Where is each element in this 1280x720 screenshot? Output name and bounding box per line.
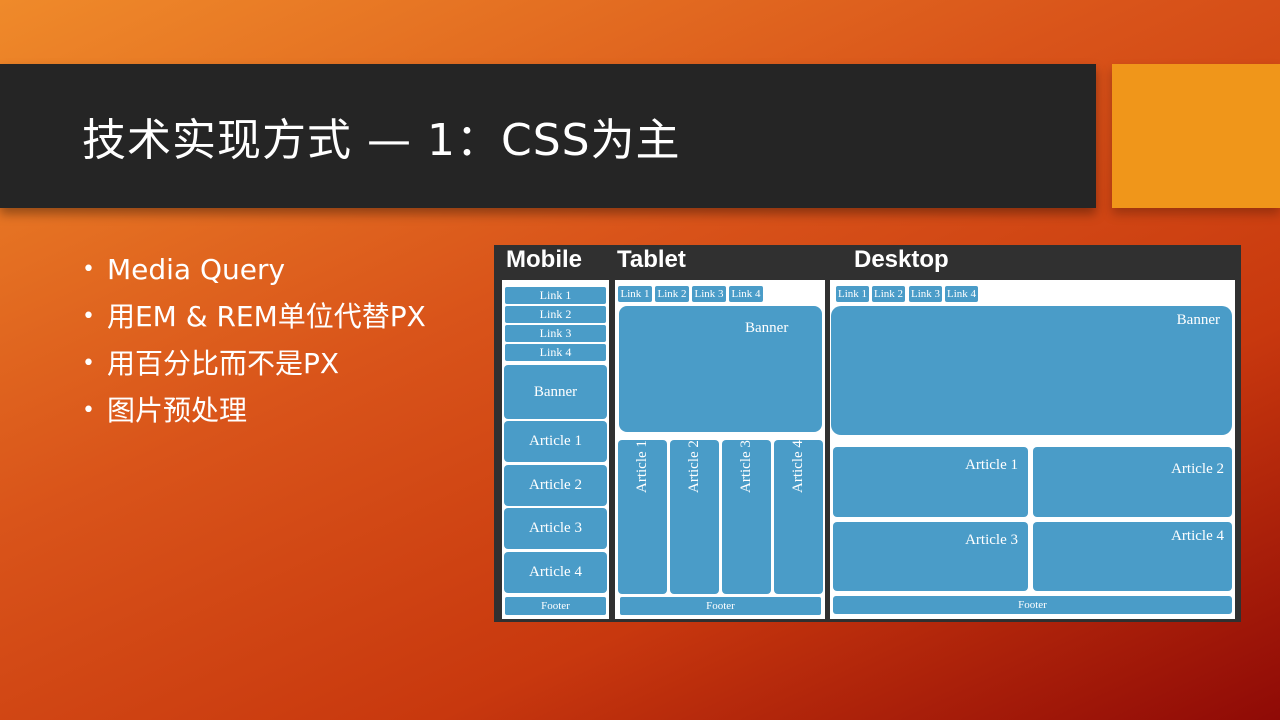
tablet-link: Link 1 [618,286,652,302]
desktop-link: Link 4 [945,286,978,302]
tablet-footer: Footer [620,597,821,615]
desktop-article: Article 3 [833,522,1028,591]
bullet-item: • 用百分比而不是PX [82,340,426,387]
tablet-label: Tablet [617,246,686,273]
mobile-panel: Link 1 Link 2 Link 3 Link 4 Banner Artic… [502,280,609,619]
mobile-link: Link 3 [505,325,606,342]
mobile-article: Article 2 [504,465,607,506]
desktop-link: Link 2 [872,286,905,302]
tablet-article: Article 2 [670,440,719,594]
bullet-list: • Media Query • 用EM & REM单位代替PX • 用百分比而不是PX… [82,246,426,434]
bullet-marker: • [82,398,95,423]
bullet-text: 图片预处理 [106,394,247,427]
tablet-panel: Link 1 Link 2 Link 3 Link 4 Banner Artic… [615,280,825,619]
tablet-article: Article 3 [722,440,771,594]
desktop-panel: Link 1 Link 2 Link 3 Link 4 Banner Artic… [830,280,1235,619]
desktop-label: Desktop [854,246,949,273]
bullet-text: 用百分比而不是PX [106,347,340,380]
bullet-text: 用EM & REM单位代替PX [106,300,426,333]
desktop-banner: Banner [831,306,1232,435]
desktop-article: Article 1 [833,447,1028,517]
mobile-article: Article 1 [504,421,607,462]
desktop-link: Link 1 [836,286,869,302]
tablet-article: Article 4 [774,440,823,594]
bullet-item: • 用EM & REM单位代替PX [82,293,426,340]
bullet-item: • Media Query [82,246,426,293]
bullet-marker: • [82,351,95,376]
bullet-marker: • [82,257,95,282]
desktop-footer: Footer [833,596,1232,614]
mobile-article: Article 4 [504,552,607,593]
tablet-link: Link 3 [692,286,726,302]
bullet-text: Media Query [106,253,286,286]
tablet-article: Article 1 [618,440,667,594]
tablet-banner: Banner [619,306,822,432]
bullet-item: • 图片预处理 [82,387,426,434]
mobile-banner: Banner [504,365,607,419]
tablet-link: Link 2 [655,286,689,302]
desktop-link: Link 3 [909,286,942,302]
bullet-marker: • [82,304,95,329]
mobile-label: Mobile [506,246,582,273]
mobile-article: Article 3 [504,508,607,549]
accent-box [1112,64,1280,208]
slide-title: 技术实现方式 — 1：CSS为主 [82,115,681,166]
mobile-link: Link 4 [505,344,606,361]
layout-diagram: Mobile Tablet Desktop Link 1 Link 2 Link… [494,245,1241,622]
mobile-link: Link 2 [505,306,606,323]
tablet-link: Link 4 [729,286,763,302]
mobile-link: Link 1 [505,287,606,304]
mobile-footer: Footer [505,597,606,615]
desktop-article: Article 4 [1033,522,1232,591]
desktop-article: Article 2 [1033,447,1232,517]
